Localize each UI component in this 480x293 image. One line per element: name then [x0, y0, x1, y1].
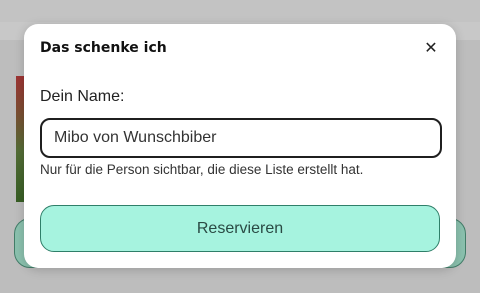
reserve-dialog: Das schenke ich ✕ Dein Name: Nur für die… [24, 24, 456, 268]
name-hint: Nur für die Person sichtbar, die diese L… [40, 162, 364, 177]
dialog-title: Das schenke ich [40, 40, 167, 56]
close-icon: ✕ [424, 37, 438, 57]
name-input[interactable] [40, 118, 442, 158]
close-button[interactable]: ✕ [422, 37, 440, 57]
reserve-button[interactable]: Reservieren [40, 205, 440, 252]
name-label: Dein Name: [40, 88, 125, 105]
